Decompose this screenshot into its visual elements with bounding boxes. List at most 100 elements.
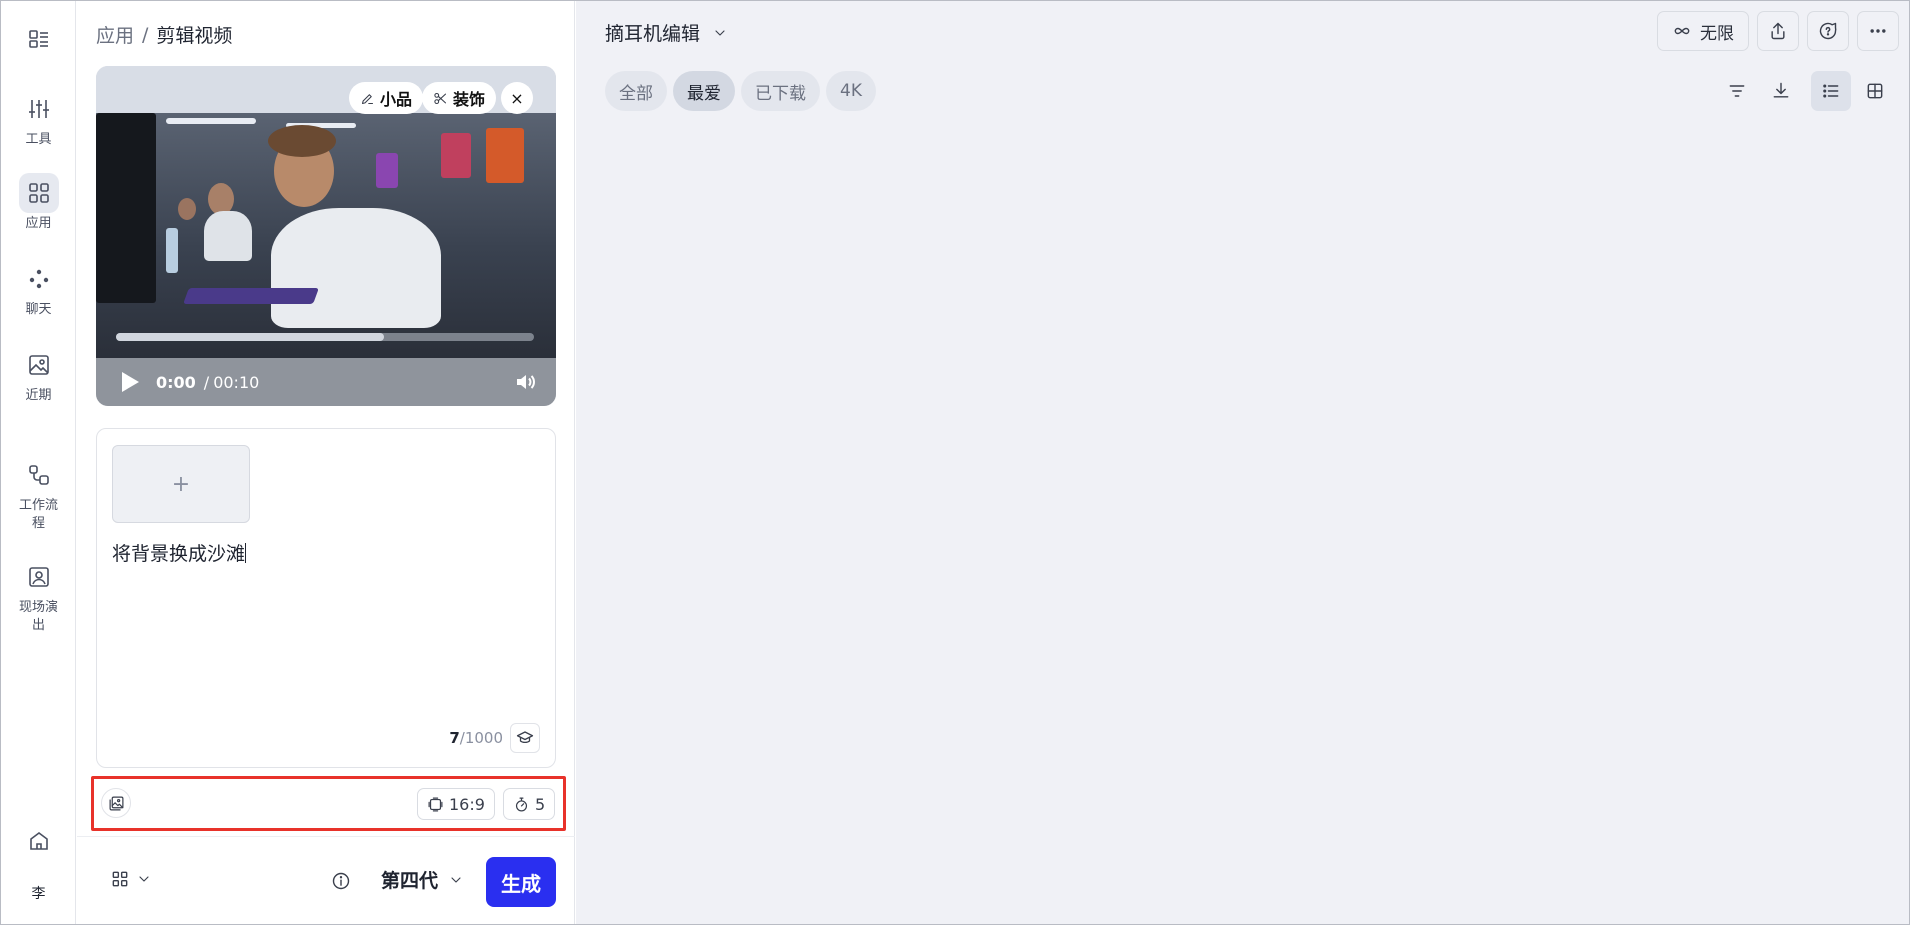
info-icon xyxy=(332,872,350,890)
rail-home[interactable] xyxy=(1,821,76,861)
rail-item-tools[interactable]: 工具 xyxy=(1,89,76,149)
rail-item-apps[interactable]: 应用 xyxy=(1,173,76,233)
image-icon xyxy=(19,345,59,385)
more-icon xyxy=(1870,29,1886,33)
view-tools xyxy=(1717,71,1895,111)
download-button[interactable] xyxy=(1761,71,1801,111)
filter-tabs: 全部 最爱 已下载 4K xyxy=(605,71,876,111)
filter-all[interactable]: 全部 xyxy=(605,71,667,111)
image-stack-icon xyxy=(109,796,123,810)
model-name: 第四代 xyxy=(381,870,439,892)
screen-glow xyxy=(376,153,398,188)
video-frame xyxy=(96,113,556,358)
prompt-box[interactable]: + 将背景换成沙滩 7/1000 xyxy=(96,428,556,768)
char-count: 7 xyxy=(449,729,460,747)
rail-item-chat[interactable]: 聊天 xyxy=(1,259,76,319)
video-progress-fill xyxy=(116,333,384,341)
view-toggle xyxy=(1811,71,1895,111)
user-frame-icon xyxy=(19,557,59,597)
breadcrumb-parent[interactable]: 应用 xyxy=(96,21,134,48)
generate-button[interactable]: 生成 xyxy=(486,857,556,907)
breadcrumb: 应用 / 剪辑视频 xyxy=(96,21,232,48)
scissors-icon xyxy=(434,92,447,104)
rail-item-label: 聊天 xyxy=(25,302,52,317)
duration-value: 5 xyxy=(535,794,546,814)
person-head xyxy=(178,198,196,220)
project-title-dropdown[interactable]: 摘耳机编辑 xyxy=(605,19,728,46)
image-reference-button[interactable] xyxy=(101,788,131,818)
decor-chip[interactable]: 装饰 xyxy=(422,82,497,114)
rail-item-label: 现场演出 xyxy=(18,600,58,633)
bottle-shape xyxy=(166,228,178,273)
rail-item-recent[interactable]: 近期 xyxy=(1,345,76,405)
video-player[interactable]: 小品 装饰 × 0:00 / 00:10 xyxy=(96,66,556,406)
home-icon xyxy=(19,821,59,861)
menu-icon xyxy=(19,19,59,59)
dots-icon xyxy=(19,259,59,299)
filter-button[interactable] xyxy=(1717,71,1757,111)
sketch-chip[interactable]: 小品 xyxy=(349,82,424,114)
chevron-down-icon xyxy=(715,29,725,36)
avatar[interactable]: 李 xyxy=(1,885,76,903)
close-button[interactable]: × xyxy=(501,82,533,114)
prompt-text: 将背景换成沙滩 xyxy=(112,543,246,565)
play-icon[interactable] xyxy=(120,371,140,393)
rail-item-label: 工具 xyxy=(25,132,52,147)
filter-4k[interactable]: 4K xyxy=(826,71,876,111)
unlimited-button[interactable]: 无限 xyxy=(1657,11,1749,51)
prompt-input[interactable]: 将背景换成沙滩 xyxy=(112,539,247,566)
chevron-down-icon xyxy=(451,876,461,883)
time-separator: / xyxy=(203,372,210,392)
more-button[interactable] xyxy=(1857,11,1899,51)
workflow-icon xyxy=(19,455,59,495)
layout-dropdown[interactable] xyxy=(110,869,152,889)
video-duration: 00:10 xyxy=(213,372,260,392)
share-button[interactable] xyxy=(1757,11,1799,51)
bottom-bar: 第四代 生成 xyxy=(77,836,575,924)
ceiling-light xyxy=(166,118,256,124)
plus-icon: + xyxy=(171,471,191,497)
chat-help-icon xyxy=(1819,22,1837,40)
avatar-initial: 李 xyxy=(31,886,46,902)
person-body xyxy=(271,208,441,328)
grid-icon xyxy=(1867,83,1883,99)
volume-icon[interactable] xyxy=(514,370,538,394)
list-view-button[interactable] xyxy=(1811,71,1851,111)
aspect-ratio-value: 16:9 xyxy=(449,794,485,814)
feedback-button[interactable] xyxy=(1807,11,1849,51)
rail-item-workflow[interactable]: 工作流程 xyxy=(1,455,76,533)
video-progress-bar[interactable] xyxy=(116,333,534,341)
rail-item-label: 近期 xyxy=(25,388,52,403)
decor-chip-label: 装饰 xyxy=(453,90,486,109)
breadcrumb-separator: / xyxy=(142,23,149,46)
rail-item-label: 应用 xyxy=(25,216,52,231)
tutorial-button[interactable] xyxy=(510,723,540,753)
model-selector[interactable]: 第四代 xyxy=(381,866,464,893)
grid-view-button[interactable] xyxy=(1855,71,1895,111)
monitor-shape xyxy=(96,113,156,303)
filter-favorites[interactable]: 最爱 xyxy=(673,71,735,111)
left-rail: 工具 应用 聊天 近期 工作流程 现场演出 李 xyxy=(1,1,76,924)
infinity-icon xyxy=(1674,27,1690,35)
person-hair xyxy=(268,125,336,157)
add-image-button[interactable]: + xyxy=(112,445,250,523)
char-counter: 7/1000 xyxy=(449,729,503,747)
top-actions: 无限 xyxy=(1657,11,1899,51)
sketch-chip-label: 小品 xyxy=(380,90,413,109)
grid-icon xyxy=(18,173,59,213)
text-caret xyxy=(245,543,247,563)
filter-icon xyxy=(1729,85,1745,97)
info-button[interactable] xyxy=(331,871,351,895)
list-icon xyxy=(1823,84,1839,98)
aspect-ratio-button[interactable]: 16:9 xyxy=(417,788,495,820)
filter-downloaded[interactable]: 已下载 xyxy=(741,71,820,111)
graduation-cap-icon xyxy=(516,731,534,744)
duration-button[interactable]: 5 xyxy=(503,788,556,820)
menu-toggle[interactable] xyxy=(1,19,76,59)
chevron-down-icon xyxy=(139,876,149,882)
rail-item-live[interactable]: 现场演出 xyxy=(1,557,76,635)
project-title: 摘耳机编辑 xyxy=(605,23,701,45)
rail-item-label: 工作流程 xyxy=(18,498,58,531)
screen-glow xyxy=(441,133,471,178)
download-icon xyxy=(1773,82,1789,98)
